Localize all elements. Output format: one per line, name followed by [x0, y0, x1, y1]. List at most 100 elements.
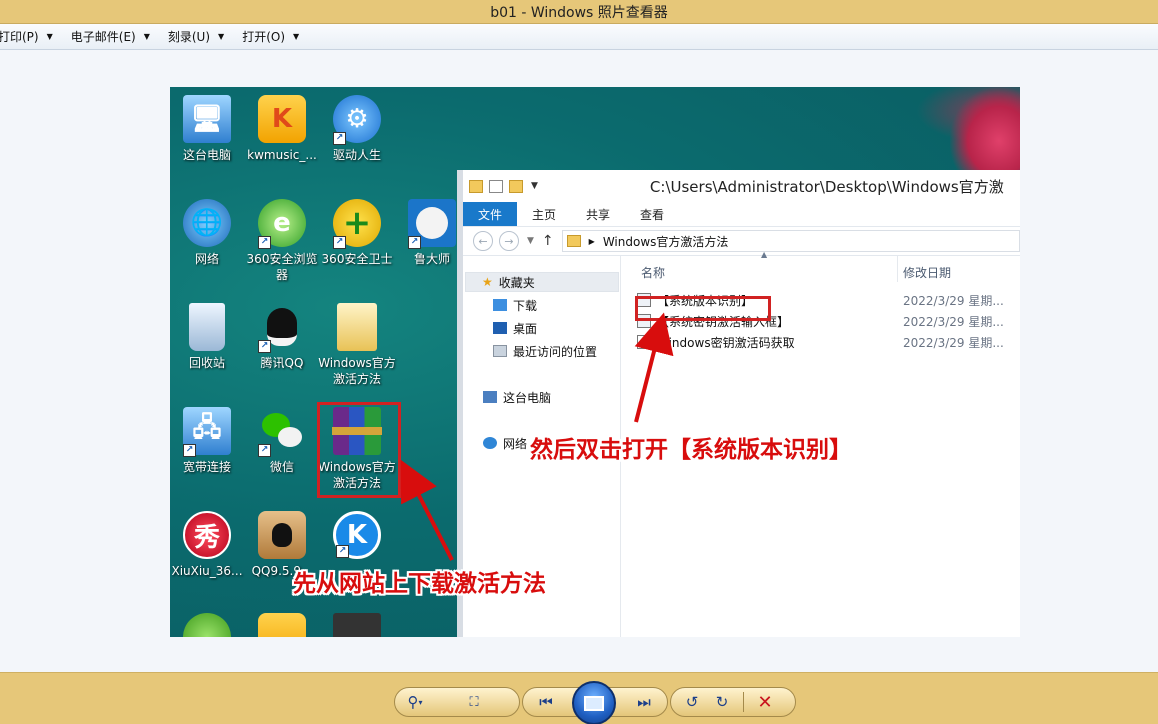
desktop-icon-kwmusic[interactable]: K kwmusic_...: [245, 95, 319, 163]
chevron-down-icon: ▼: [218, 32, 225, 41]
chevron-down-icon[interactable]: ▼: [531, 181, 538, 191]
properties-icon[interactable]: [489, 179, 503, 193]
desktop-icon-this-pc[interactable]: 🖥 这台电脑: [170, 95, 244, 163]
desktop-icon-label: 回收站: [188, 356, 225, 370]
shortcut-arrow-icon: ↗: [333, 132, 346, 145]
desktop-icon-folder-activation[interactable]: Windows官方激活方法: [318, 303, 396, 387]
chevron-down-icon[interactable]: ▼: [527, 236, 534, 246]
column-header-name[interactable]: 名称: [641, 264, 665, 281]
nav-item-this-pc[interactable]: 这台电脑: [483, 387, 551, 407]
next-icon[interactable]: ⏭: [629, 689, 659, 715]
kwmusic-icon: K: [258, 95, 306, 143]
desktop-icon-broadband[interactable]: 🖧 ↗ 宽带连接: [170, 407, 244, 475]
computer-icon: [483, 391, 497, 403]
desktop-icon-kugou[interactable]: K ↗: [320, 511, 394, 559]
explorer-title-bar: ▼ C:\Users\Administrator\Desktop\Windows…: [463, 170, 1020, 202]
guard-360-icon: + ↗: [333, 199, 381, 249]
recycle-bin-icon: [189, 303, 225, 351]
desktop-icon-qq[interactable]: ↗ 腾讯QQ: [245, 303, 319, 371]
menu-open-label: 打开(O): [242, 30, 285, 44]
desktop-icon-partial-2[interactable]: [245, 613, 319, 637]
xiuxiu-icon: 秀: [183, 511, 231, 559]
nav-item-recent[interactable]: 最近访问的位置: [493, 341, 597, 361]
rotate-right-icon[interactable]: ↻: [707, 689, 737, 715]
chevron-down-icon: ▼: [293, 32, 300, 41]
chevron-right-icon: ▶: [588, 236, 595, 246]
nav-item-favorites[interactable]: ★ 收藏夹: [465, 272, 619, 292]
computer-icon: 🖥: [183, 95, 231, 143]
address-bar[interactable]: ▶ Windows官方激活方法: [561, 230, 1020, 252]
new-folder-icon[interactable]: [509, 179, 523, 193]
toolbar-separator: [743, 692, 744, 712]
nav-item-label: 下载: [513, 298, 538, 313]
desktop-icon-label: XiuXiu_36...: [171, 564, 243, 578]
rotate-left-icon[interactable]: ↺: [677, 689, 707, 715]
menu-bar: 打印(P) ▼ 电子邮件(E) ▼ 刻录(U) ▼ 打开(O) ▼: [0, 24, 1158, 50]
shortcut-arrow-icon: ↗: [258, 236, 271, 249]
desktop-icon-360-browser[interactable]: e ↗ 360安全浏览器: [245, 199, 319, 283]
tab-file[interactable]: 文件: [463, 202, 518, 226]
desktop-icon-recycle-bin[interactable]: 回收站: [170, 303, 244, 371]
control-bar: ⚲ ▾ ⛶ ⏮ ⏭ ↺ ↻ ✕: [0, 672, 1158, 724]
back-arrow-icon[interactable]: ←: [473, 231, 493, 251]
desktop-icon-label: kwmusic_...: [247, 148, 317, 162]
shortcut-arrow-icon: ↗: [408, 236, 421, 249]
network-icon: 🌐: [183, 199, 231, 247]
nav-item-downloads[interactable]: 下载: [493, 295, 537, 315]
file-date: 2022/3/29 星期...: [903, 335, 1004, 350]
menu-print[interactable]: 打印(P) ▼: [0, 24, 63, 49]
menu-open[interactable]: 打开(O) ▼: [242, 24, 309, 49]
desktop-icon-label: 360安全卫士: [321, 252, 393, 266]
window-title: b01 - Windows 照片查看器: [490, 4, 668, 21]
desktop-icon-label: 宽带连接: [182, 460, 231, 474]
broadband-icon: 🖧 ↗: [183, 407, 231, 457]
desktop-icon-label: 微信: [269, 460, 294, 474]
desktop-icon-driver-life[interactable]: ⚙ ↗ 驱动人生: [320, 95, 394, 163]
desktop-icon-partial-3[interactable]: [320, 613, 394, 637]
nav-item-desktop[interactable]: 桌面: [493, 318, 537, 338]
desktop-icon-360-guard[interactable]: + ↗ 360安全卫士: [320, 199, 394, 267]
file-date: 2022/3/29 星期...: [903, 293, 1004, 308]
slideshow-button[interactable]: [572, 681, 616, 724]
forward-arrow-icon[interactable]: →: [499, 231, 519, 251]
menu-burn-label: 刻录(U): [167, 30, 211, 44]
kugou-icon: K ↗: [333, 511, 381, 559]
zoom-controls: ⚲ ▾ ⛶: [394, 687, 520, 717]
previous-icon[interactable]: ⏮: [531, 689, 561, 715]
displayed-photo: 🖥 这台电脑 🌐 网络 回收站 🖧 ↗ 宽带连接 秀 XiuXiu_36... …: [170, 87, 1020, 637]
folder-icon: [469, 179, 483, 193]
up-arrow-icon[interactable]: ↑: [542, 233, 554, 249]
qq-icon: ↗: [258, 303, 306, 353]
file-row[interactable]: Windows密钥激活码获取 2022/3/29 星期...: [637, 332, 1020, 352]
desktop-icon-label: 这台电脑: [182, 148, 231, 162]
zoom-icon[interactable]: ⚲ ▾: [395, 689, 435, 715]
menu-email[interactable]: 电子邮件(E) ▼: [71, 24, 160, 49]
column-separator: [897, 256, 898, 282]
nav-item-label: 网络: [503, 436, 528, 451]
file-date: 2022/3/29 星期...: [903, 314, 1004, 329]
desktop-icon-xiuxiu[interactable]: 秀 XiuXiu_36...: [170, 511, 244, 579]
desktop-icon-label: 驱动人生: [332, 148, 381, 162]
nav-item-label: 桌面: [513, 321, 538, 336]
nav-item-network[interactable]: 网络: [483, 433, 527, 453]
tab-home[interactable]: 主页: [517, 202, 571, 226]
menu-burn[interactable]: 刻录(U) ▼: [168, 24, 234, 49]
desktop-icon-wechat[interactable]: ↗ 微信: [245, 407, 319, 475]
recent-places-icon: [493, 345, 507, 357]
desktop-icon-partial[interactable]: [170, 613, 244, 637]
tab-share[interactable]: 共享: [571, 202, 625, 226]
desktop-icon-label: 360安全浏览器: [246, 252, 318, 282]
annotation-step1: 先从网站上下载激活方法: [293, 571, 546, 597]
menu-print-label: 打印(P): [0, 30, 39, 44]
column-header-date[interactable]: 修改日期: [903, 264, 951, 281]
tab-view[interactable]: 查看: [625, 202, 679, 226]
shortcut-arrow-icon: ↗: [183, 444, 196, 457]
delete-icon[interactable]: ✕: [750, 689, 780, 715]
annotation-step2: 然后双击打开【系统版本识别】: [530, 437, 852, 463]
desktop-icon-network[interactable]: 🌐 网络: [170, 199, 244, 267]
app-yellow-icon: [258, 613, 306, 637]
nav-item-label: 最近访问的位置: [513, 344, 598, 359]
address-row: ← → ▼ ↑ ▶ Windows官方激活方法: [463, 226, 1020, 256]
nav-item-label: 收藏夹: [498, 275, 535, 290]
fit-window-icon[interactable]: ⛶: [459, 689, 489, 715]
